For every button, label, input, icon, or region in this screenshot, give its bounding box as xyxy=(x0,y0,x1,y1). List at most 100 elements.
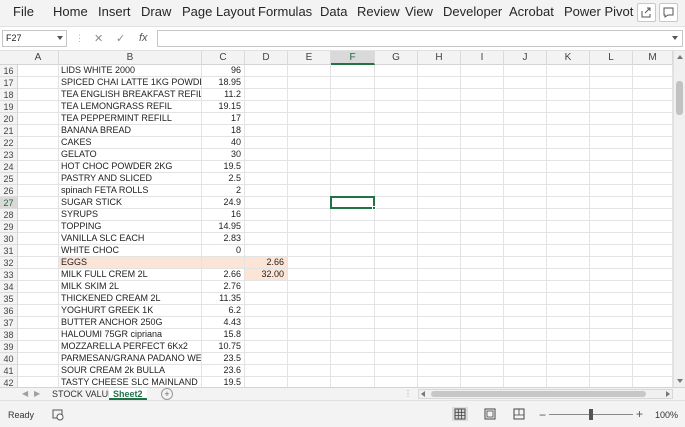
cell-f[interactable] xyxy=(331,365,375,377)
cell-h[interactable] xyxy=(418,305,461,317)
cell-g[interactable] xyxy=(375,317,418,329)
row-header[interactable]: 26 xyxy=(0,185,18,197)
cell-m[interactable] xyxy=(633,365,673,377)
cell-f[interactable] xyxy=(331,221,375,233)
page-layout-view-button[interactable] xyxy=(482,407,498,421)
cell-g[interactable] xyxy=(375,221,418,233)
cell-c[interactable]: 18 xyxy=(202,125,245,137)
cell-e[interactable] xyxy=(288,281,331,293)
row-header[interactable]: 37 xyxy=(0,317,18,329)
tab-split-handle[interactable]: ⋮ xyxy=(404,389,412,398)
cell-e[interactable] xyxy=(288,89,331,101)
cell-f[interactable] xyxy=(331,293,375,305)
cell-i[interactable] xyxy=(461,149,504,161)
sheet-tab-stock-value[interactable]: STOCK VALUE xyxy=(48,388,118,400)
cell-k[interactable] xyxy=(547,377,590,387)
cell-a[interactable] xyxy=(18,221,59,233)
cell-f[interactable] xyxy=(331,137,375,149)
cell-l[interactable] xyxy=(590,305,633,317)
cell-d[interactable] xyxy=(245,329,288,341)
cell-k[interactable] xyxy=(547,221,590,233)
cell-i[interactable] xyxy=(461,281,504,293)
cell-b[interactable]: LIDS WHITE 2000 xyxy=(59,65,202,77)
tab-insert[interactable]: Insert xyxy=(98,4,131,19)
cell-c[interactable]: 2.76 xyxy=(202,281,245,293)
cell-e[interactable] xyxy=(288,245,331,257)
cell-e[interactable] xyxy=(288,65,331,77)
cell-e[interactable] xyxy=(288,101,331,113)
cell-a[interactable] xyxy=(18,377,59,387)
cell-c[interactable]: 11.35 xyxy=(202,293,245,305)
cell-j[interactable] xyxy=(504,293,547,305)
cell-k[interactable] xyxy=(547,173,590,185)
cell-g[interactable] xyxy=(375,173,418,185)
cell-k[interactable] xyxy=(547,101,590,113)
row-header[interactable]: 22 xyxy=(0,137,18,149)
cell-e[interactable] xyxy=(288,365,331,377)
cell-g[interactable] xyxy=(375,209,418,221)
cell-c[interactable]: 19.5 xyxy=(202,377,245,387)
cell-k[interactable] xyxy=(547,353,590,365)
cell-j[interactable] xyxy=(504,161,547,173)
cell-d[interactable] xyxy=(245,245,288,257)
chevron-down-icon[interactable] xyxy=(57,36,63,40)
vertical-scrollbar[interactable] xyxy=(673,51,685,387)
add-sheet-button[interactable]: + xyxy=(161,388,173,400)
cell-l[interactable] xyxy=(590,245,633,257)
cell-j[interactable] xyxy=(504,173,547,185)
cell-g[interactable] xyxy=(375,257,418,269)
cell-c[interactable]: 14.95 xyxy=(202,221,245,233)
cell-a[interactable] xyxy=(18,269,59,281)
cell-c[interactable] xyxy=(202,257,245,269)
cell-g[interactable] xyxy=(375,353,418,365)
cell-f[interactable] xyxy=(331,65,375,77)
column-header-f[interactable]: F xyxy=(331,51,375,65)
cell-i[interactable] xyxy=(461,113,504,125)
cell-l[interactable] xyxy=(590,269,633,281)
cell-g[interactable] xyxy=(375,125,418,137)
cell-f[interactable] xyxy=(331,125,375,137)
cell-d[interactable] xyxy=(245,149,288,161)
cell-l[interactable] xyxy=(590,125,633,137)
worksheet-grid[interactable]: 16 LIDS WHITE 2000 96 17 SPICED CHAI LATTE 1… xyxy=(0,65,673,387)
cell-g[interactable] xyxy=(375,377,418,387)
cell-c[interactable]: 23.5 xyxy=(202,353,245,365)
cell-k[interactable] xyxy=(547,305,590,317)
cell-k[interactable] xyxy=(547,77,590,89)
fill-handle[interactable] xyxy=(372,206,376,210)
cell-j[interactable] xyxy=(504,377,547,387)
cell-d[interactable] xyxy=(245,101,288,113)
cell-l[interactable] xyxy=(590,149,633,161)
cell-m[interactable] xyxy=(633,197,673,209)
prev-sheet-icon[interactable]: ◀ xyxy=(22,389,28,398)
cell-k[interactable] xyxy=(547,113,590,125)
row-header[interactable]: 16 xyxy=(0,65,18,77)
horizontal-scroll-thumb[interactable] xyxy=(431,391,646,397)
cell-f[interactable] xyxy=(331,173,375,185)
cell-g[interactable] xyxy=(375,161,418,173)
tab-home[interactable]: Home xyxy=(53,4,88,19)
cell-l[interactable] xyxy=(590,89,633,101)
cell-l[interactable] xyxy=(590,257,633,269)
cell-l[interactable] xyxy=(590,329,633,341)
cell-f[interactable] xyxy=(331,341,375,353)
cell-h[interactable] xyxy=(418,269,461,281)
cell-l[interactable] xyxy=(590,233,633,245)
cell-j[interactable] xyxy=(504,329,547,341)
cell-f[interactable] xyxy=(331,305,375,317)
cell-e[interactable] xyxy=(288,329,331,341)
cell-d[interactable] xyxy=(245,317,288,329)
cell-i[interactable] xyxy=(461,161,504,173)
cell-e[interactable] xyxy=(288,125,331,137)
cell-e[interactable] xyxy=(288,257,331,269)
cell-b[interactable]: GELATO xyxy=(59,149,202,161)
cell-f[interactable] xyxy=(331,161,375,173)
row-header[interactable]: 40 xyxy=(0,353,18,365)
cell-c[interactable]: 19.5 xyxy=(202,161,245,173)
cell-b[interactable]: YOGHURT GREEK 1K xyxy=(59,305,202,317)
cell-b[interactable]: SUGAR STICK xyxy=(59,197,202,209)
cell-e[interactable] xyxy=(288,197,331,209)
cell-h[interactable] xyxy=(418,137,461,149)
cell-m[interactable] xyxy=(633,353,673,365)
cell-e[interactable] xyxy=(288,293,331,305)
